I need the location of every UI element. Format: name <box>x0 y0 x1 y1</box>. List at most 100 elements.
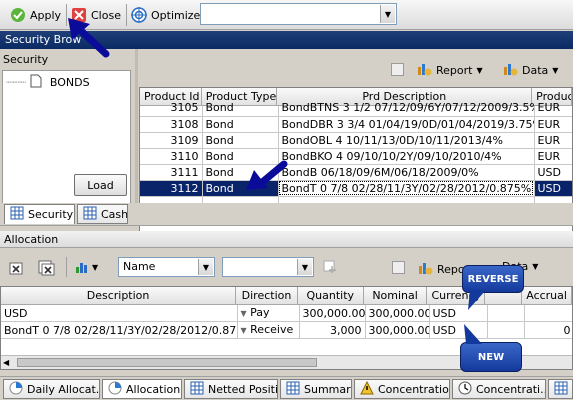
product-type-cell: Bond <box>202 132 279 149</box>
security-tree-header: Security <box>3 53 49 66</box>
gear-chart-icon <box>502 61 518 80</box>
checkmark-icon <box>10 7 26 23</box>
chevron-down-icon: ▼ <box>476 66 483 75</box>
security-tree-panel: Security ┈┈┈ BONDS Load <box>0 49 135 217</box>
security-tabs: Security Cash <box>0 203 573 226</box>
chevron-down-icon: ▼ <box>552 66 559 75</box>
description-cell: BondBKO 4 09/10/10/2Y/09/10/2010/4% <box>278 148 535 165</box>
new-callout: NEW <box>460 342 522 372</box>
chevron-down-icon: ▼ <box>240 326 247 335</box>
tree-item-bonds[interactable]: ┈┈┈ BONDS <box>6 74 90 90</box>
toolbar-divider <box>66 257 67 277</box>
data-button[interactable]: Data ▼ <box>502 61 558 80</box>
table-row[interactable]: 3108 Bond BondDBR 3 3/4 01/04/19/0D/01/04/… <box>140 116 572 133</box>
quantity-cell[interactable]: 3,000 <box>299 321 366 339</box>
currency-cell: EUR <box>534 148 572 165</box>
quantity-cell[interactable]: 300,000.00 <box>299 305 366 322</box>
allocation-titlebar: Allocation <box>0 231 573 248</box>
tab-netted-positions[interactable]: Netted Positi... <box>184 379 278 399</box>
currency-cell: USD <box>534 180 572 197</box>
column-header[interactable]: Description <box>1 287 237 305</box>
apply-label: Apply <box>30 8 62 22</box>
description-cell: BondOBL 4 10/11/13/0D/10/11/2013/4% <box>278 132 535 149</box>
load-button[interactable]: Load <box>74 174 127 196</box>
name-select[interactable]: Name ▼ <box>118 257 215 277</box>
optimize-label: Optimize <box>151 8 201 22</box>
chevron-down-icon: ▼ <box>532 262 539 271</box>
table-row[interactable]: 3110 Bond BondBKO 4 09/10/10/2Y/09/10/2010… <box>140 148 572 165</box>
currency-cell: EUR <box>534 132 572 149</box>
bottom-tabs: Daily Allocat... Allocation Netted Posit… <box>0 376 573 400</box>
tab-concentration-2[interactable]: Concentrati... <box>452 379 546 399</box>
table-row-selected[interactable]: 3112 Bond BondT 0 7/8 02/28/11/3Y/02/28/20… <box>140 180 572 197</box>
column-header[interactable]: Quantity <box>297 287 364 305</box>
description-cell: BondT 0 7/8 02/28/11/3Y/02/28/2012/0.875… <box>1 321 238 339</box>
chart-icon <box>9 381 23 398</box>
chart-icon <box>108 381 122 398</box>
clock-icon <box>458 381 472 398</box>
delete-icon[interactable] <box>38 260 56 279</box>
column-header[interactable]: Accrual <box>522 287 572 305</box>
annotation-arrow-row <box>246 160 288 190</box>
bar-chart-icon <box>76 263 87 273</box>
toolbar-divider <box>126 4 127 26</box>
target-icon <box>131 7 147 23</box>
clear-icon[interactable] <box>8 260 24 279</box>
tab-allocation[interactable]: Allocation <box>102 379 182 399</box>
product-type-cell: Bond <box>202 116 279 133</box>
scrollbar-thumb[interactable] <box>17 358 317 367</box>
callout-pointer <box>468 290 486 310</box>
chevron-down-icon: ▼ <box>297 259 312 275</box>
direction-cell[interactable]: ▼ Receive <box>237 321 300 339</box>
direction-cell[interactable]: ▼ Pay <box>237 305 300 322</box>
nominal-cell[interactable]: 300,000.00 <box>365 305 430 322</box>
grid-icon <box>286 381 300 398</box>
gear-chart-icon <box>416 61 432 80</box>
tree-item-label: BONDS <box>49 75 90 89</box>
product-id-cell: 3112 <box>140 180 203 197</box>
tab-overflow[interactable] <box>548 379 573 399</box>
stop-icon[interactable] <box>391 63 404 76</box>
tab-cash[interactable]: Cash <box>77 204 128 224</box>
tab-daily-allocation[interactable]: Daily Allocat... <box>3 379 100 399</box>
chevron-down-icon: ▼ <box>198 259 213 275</box>
column-header[interactable]: Direction <box>236 287 298 305</box>
grid-icon <box>190 381 204 398</box>
product-id-cell: 3108 <box>140 116 203 133</box>
security-grid-panel: Report ▼ Data ▼ Product Id Product Type … <box>138 49 573 248</box>
add-icon[interactable] <box>323 260 337 277</box>
tab-security[interactable]: Security <box>4 204 75 224</box>
grid-icon <box>554 381 568 398</box>
callout-pointer <box>464 324 482 344</box>
table-row[interactable]: 3111 Bond BondB 06/18/09/6M/06/18/2009/0% U… <box>140 164 572 181</box>
apply-button[interactable]: Apply <box>10 5 61 25</box>
product-id-cell: 3109 <box>140 132 203 149</box>
chevron-down-icon: ▼ <box>380 5 395 23</box>
optimize-button[interactable]: Optimize <box>131 5 200 25</box>
description-cell[interactable]: BondT 0 7/8 02/28/11/3Y/02/28/2012/0.875… <box>278 180 535 197</box>
chart-menu-button[interactable]: ▼ <box>74 259 98 275</box>
product-id-cell: 3111 <box>140 164 203 181</box>
document-icon <box>30 74 46 90</box>
reverse-callout: REVERSE <box>462 265 524 293</box>
table-row[interactable]: 3109 Bond BondOBL 4 10/11/13/0D/10/11/2013… <box>140 132 572 149</box>
optimize-select[interactable]: ▼ <box>200 3 397 25</box>
value-select[interactable]: ▼ <box>222 257 314 277</box>
nominal-cell[interactable]: 300,000.00 <box>365 321 430 339</box>
chevron-down-icon: ▼ <box>92 262 99 272</box>
grid-icon <box>83 206 97 223</box>
description-cell: BondBTNS 3 1/2 07/12/09/6Y/07/12/2009/3.… <box>278 100 535 117</box>
description-cell: USD <box>1 305 238 322</box>
tab-summary[interactable]: Summary <box>280 379 352 399</box>
tab-concentration[interactable]: Concentratio... <box>354 379 450 399</box>
currency-cell: EUR <box>534 116 572 133</box>
security-table: 3105 Bond BondBTNS 3 1/2 07/12/09/6Y/07/12… <box>140 100 572 213</box>
column-header[interactable]: Nominal <box>363 287 428 305</box>
product-id-cell: 3110 <box>140 148 203 165</box>
grid-icon <box>10 206 24 223</box>
scroll-left-icon[interactable]: ◀ <box>3 358 9 367</box>
accrual-cell: 0 <box>524 321 572 339</box>
report-button[interactable]: Report ▼ <box>416 61 483 80</box>
annotation-arrow-apply <box>68 18 110 58</box>
stop-icon[interactable] <box>392 261 405 274</box>
